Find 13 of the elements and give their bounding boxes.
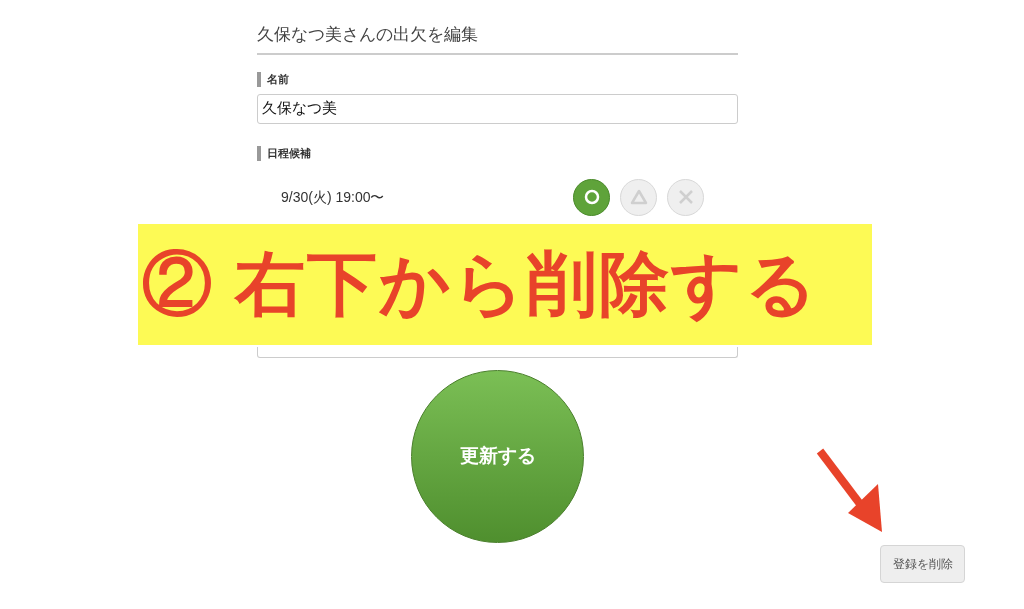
schedule-date: 9/30(火) 19:00〜 xyxy=(281,187,385,207)
form-title: 久保なつ美さんの出欠を編集 xyxy=(257,22,738,55)
circle-icon xyxy=(583,189,600,205)
arrow-icon xyxy=(816,448,884,534)
annotation-banner: ② 右下から削除する xyxy=(138,224,872,345)
section-label: 名前 xyxy=(257,71,738,87)
section-label: 日程候補 xyxy=(257,145,738,161)
delete-button[interactable]: 登録を削除 xyxy=(880,545,965,583)
triangle-icon xyxy=(629,189,648,205)
comment-field[interactable] xyxy=(257,346,738,358)
attendance-choice-button[interactable] xyxy=(573,178,610,216)
name-input-field[interactable]: 久保なつ美 xyxy=(257,93,738,124)
close-icon xyxy=(677,189,694,205)
